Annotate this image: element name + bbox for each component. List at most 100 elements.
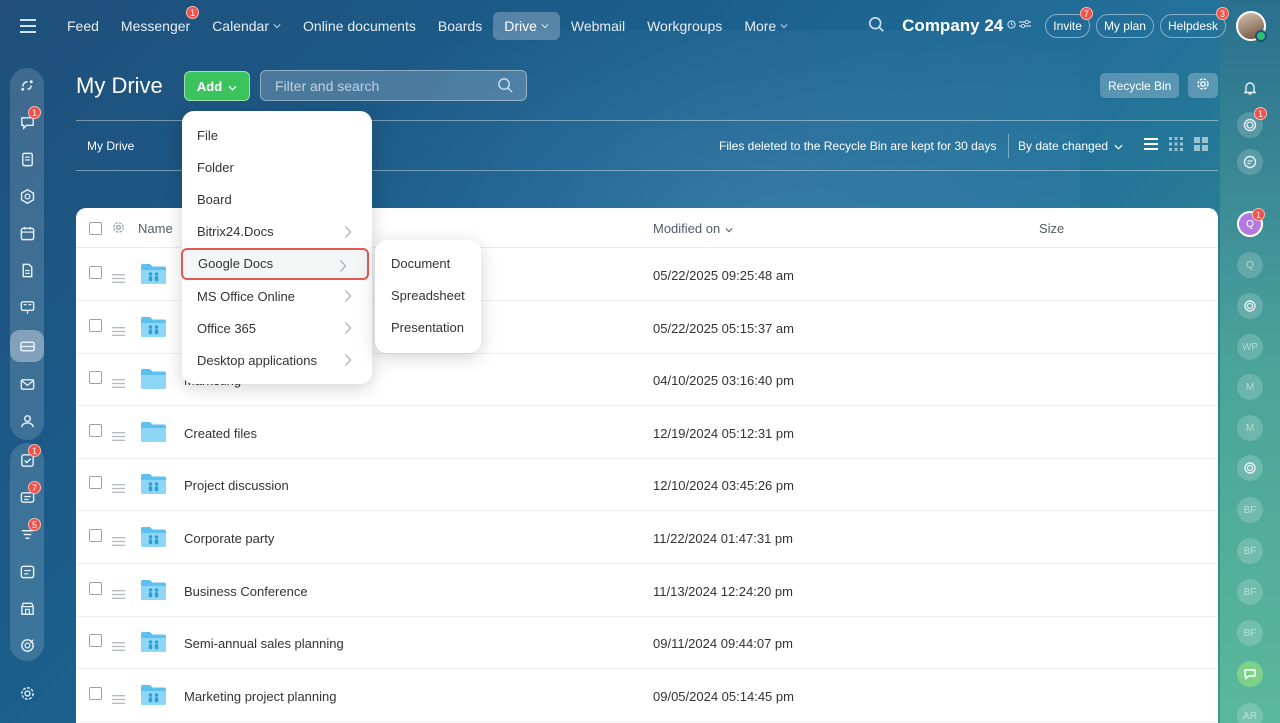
menu-item-folder[interactable]: Folder — [182, 151, 372, 183]
invite-button[interactable]: Invite 7 — [1045, 6, 1093, 38]
drag-handle-icon[interactable] — [112, 324, 125, 336]
menu-item-board[interactable]: Board — [182, 183, 372, 215]
sort-dropdown[interactable]: By date changed — [1018, 139, 1123, 153]
contact-avatar[interactable]: M — [1237, 415, 1263, 441]
file-name[interactable]: Created files — [184, 426, 257, 441]
recycle-bin-button[interactable]: Recycle Bin — [1100, 73, 1180, 98]
sidebar-contacts-icon[interactable] — [10, 405, 44, 437]
list-view-icon[interactable] — [1143, 136, 1159, 152]
nav-item-boards[interactable]: Boards — [427, 12, 493, 40]
company-settings[interactable] — [1007, 19, 1032, 32]
table-row[interactable]: Semi-annual sales planning 09/11/2024 09… — [76, 616, 1218, 670]
copilot-icon[interactable]: 1 — [1237, 107, 1267, 138]
submenu-item-document[interactable]: Document — [391, 256, 450, 271]
drag-handle-icon[interactable] — [112, 429, 125, 441]
contact-avatar[interactable]: Q — [1237, 252, 1263, 278]
sidebar-sales-funnel-icon[interactable]: 5 — [10, 518, 44, 550]
breadcrumb[interactable]: My Drive — [87, 139, 134, 153]
search-icon[interactable] — [868, 16, 888, 36]
sidebar-goals-icon[interactable] — [10, 629, 44, 661]
sidebar-calendar-icon[interactable] — [10, 217, 44, 249]
nav-item-webmail[interactable]: Webmail — [560, 12, 636, 40]
my-plan-button[interactable]: My plan — [1095, 13, 1154, 38]
notifications-bell-icon[interactable] — [1237, 75, 1263, 101]
file-name[interactable]: Corporate party — [184, 531, 274, 546]
file-name[interactable]: Marketing project planning — [184, 689, 336, 704]
file-name[interactable]: Semi-annual sales planning — [184, 636, 344, 651]
drag-handle-icon[interactable] — [112, 376, 125, 389]
sidebar-drive-icon[interactable] — [10, 330, 44, 362]
sidebar-mail-icon[interactable] — [10, 368, 44, 400]
row-checkbox[interactable] — [89, 581, 102, 595]
search-icon[interactable] — [497, 77, 514, 94]
sidebar-schedule-icon[interactable] — [10, 555, 44, 587]
table-row[interactable]: Project discussion 12/10/2024 03:45:26 p… — [76, 458, 1218, 512]
menu-icon[interactable] — [0, 0, 56, 51]
row-checkbox[interactable] — [89, 476, 102, 490]
nav-item-more[interactable]: More — [733, 12, 799, 40]
nav-item-drive[interactable]: Drive — [493, 11, 560, 40]
sidebar-feed-icon[interactable] — [10, 69, 44, 101]
row-checkbox[interactable] — [89, 423, 102, 437]
drag-handle-icon[interactable] — [112, 639, 125, 652]
menu-item-file[interactable]: File — [182, 119, 372, 151]
select-all-checkbox[interactable] — [89, 222, 102, 235]
sidebar-chat-icon[interactable]: 1 — [10, 106, 44, 138]
helpdesk-button[interactable]: Helpdesk 3 — [1159, 6, 1229, 38]
open-lines-chat-icon[interactable] — [1237, 661, 1263, 687]
column-size[interactable]: Size — [1039, 221, 1064, 236]
row-checkbox[interactable] — [89, 529, 102, 542]
user-avatar[interactable] — [1236, 10, 1267, 42]
submenu-item-spreadsheet[interactable]: Spreadsheet — [391, 288, 465, 303]
row-checkbox[interactable] — [89, 634, 102, 648]
contact-avatar[interactable]: Q 1 — [1237, 208, 1265, 237]
menu-item-office-365[interactable]: Office 365 — [182, 312, 372, 344]
nav-item-feed[interactable]: Feed — [56, 12, 110, 40]
menu-item-google-docs[interactable]: Google Docs — [181, 247, 369, 280]
drag-handle-icon[interactable] — [112, 534, 125, 546]
file-name[interactable]: Business Conference — [184, 584, 308, 599]
submenu-item-presentation[interactable]: Presentation — [391, 320, 464, 335]
contact-avatar[interactable]: BF — [1237, 538, 1263, 564]
contact-avatar[interactable]: BF — [1237, 579, 1263, 605]
company-name[interactable]: Company 24 — [902, 16, 1003, 36]
drag-handle-icon[interactable] — [112, 271, 125, 283]
drag-handle-icon[interactable] — [112, 481, 125, 494]
row-checkbox[interactable] — [89, 266, 102, 279]
nav-item-workgroups[interactable]: Workgroups — [636, 12, 733, 40]
menu-item-desktop-applications[interactable]: Desktop applications — [182, 344, 372, 376]
sidebar-tasks-icon[interactable]: 1 — [10, 444, 44, 476]
nav-item-messenger[interactable]: Messenger 1 — [110, 5, 201, 40]
settings-gear-button[interactable] — [1188, 73, 1218, 98]
sidebar-settings-icon[interactable] — [10, 677, 44, 709]
drag-handle-icon[interactable] — [112, 587, 125, 599]
column-name[interactable]: Name — [138, 221, 173, 236]
sidebar-file-icon[interactable] — [10, 254, 44, 286]
large-grid-view-icon[interactable] — [1193, 136, 1209, 152]
column-modified[interactable]: Modified on — [653, 221, 733, 236]
sidebar-board-icon[interactable] — [10, 291, 44, 323]
sidebar-hexagon-icon[interactable] — [10, 180, 44, 212]
menu-item-bitrix24-docs[interactable]: Bitrix24.Docs — [182, 216, 372, 248]
contact-avatar[interactable]: BF — [1237, 620, 1263, 646]
contact-avatar[interactable]: M — [1237, 374, 1263, 400]
filter-search-input[interactable] — [260, 70, 527, 101]
table-row[interactable]: Created files 12/19/2024 05:12:31 pm — [76, 406, 1218, 459]
table-row[interactable]: Marketing project planning 09/05/2024 05… — [76, 669, 1218, 722]
file-name[interactable]: Project discussion — [184, 478, 289, 493]
contact-avatar[interactable]: WP — [1237, 334, 1263, 360]
sidebar-store-icon[interactable] — [10, 592, 44, 624]
contact-avatar[interactable]: AR — [1237, 703, 1263, 723]
small-grid-view-icon[interactable] — [1168, 136, 1184, 152]
menu-item-ms-office-online[interactable]: MS Office Online — [182, 280, 372, 312]
column-settings-icon[interactable] — [112, 221, 125, 234]
sidebar-inbox-icon[interactable]: 7 — [10, 481, 44, 513]
add-button[interactable]: Add — [184, 71, 250, 101]
row-checkbox[interactable] — [89, 318, 102, 332]
row-checkbox[interactable] — [89, 686, 102, 700]
copilot-chat-icon[interactable] — [1237, 455, 1263, 481]
table-row[interactable]: Corporate party 11/22/2024 01:47:31 pm — [76, 511, 1218, 564]
sidebar-documents-icon[interactable] — [10, 143, 44, 175]
row-checkbox[interactable] — [89, 371, 102, 385]
table-row[interactable]: Business Conference 11/13/2024 12:24:20 … — [76, 564, 1218, 617]
